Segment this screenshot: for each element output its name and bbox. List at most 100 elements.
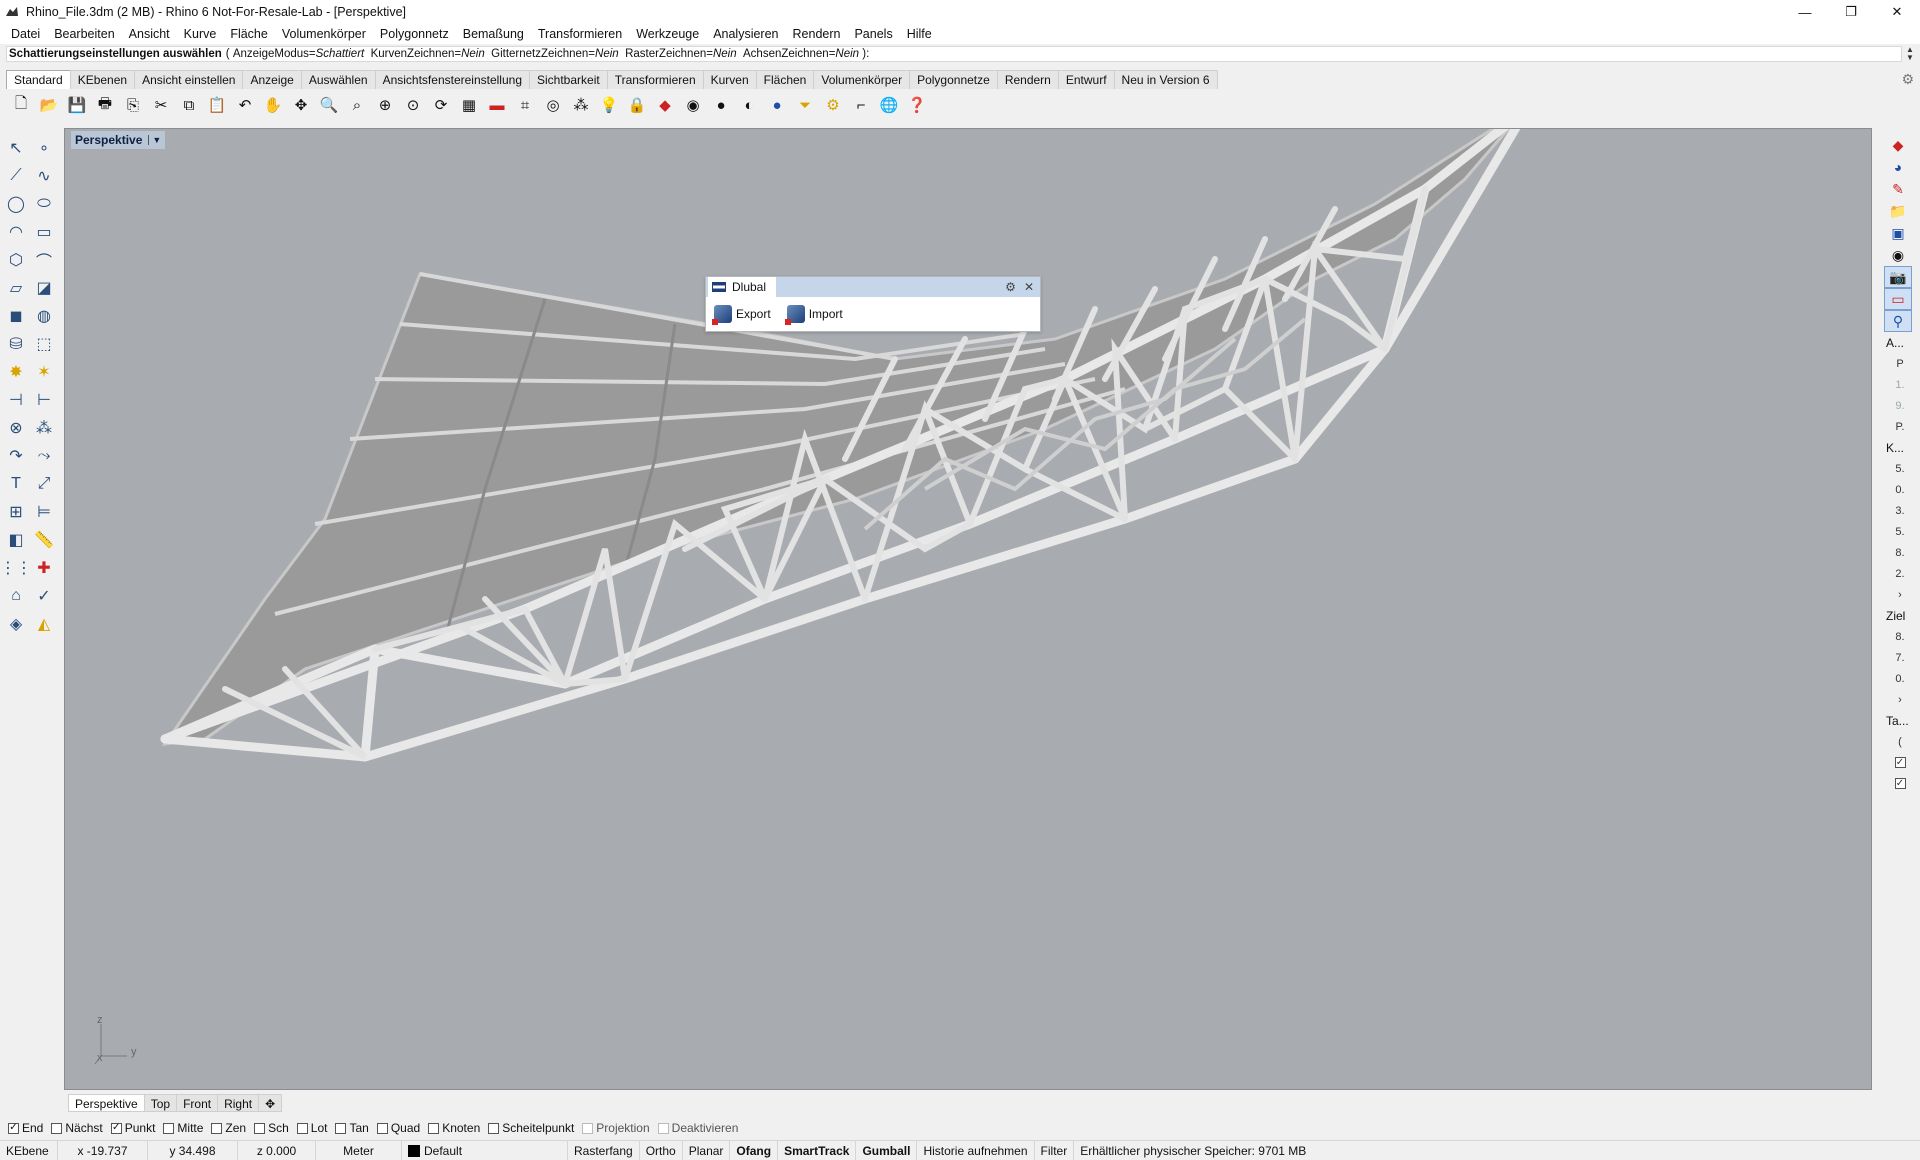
globe-icon[interactable]: 🌐 xyxy=(876,92,902,118)
display-panel-icon[interactable]: ▭ xyxy=(1884,288,1912,310)
libraries-panel-icon[interactable]: 📁 xyxy=(1884,200,1912,222)
dlubal-export-button[interactable]: Export xyxy=(710,303,775,325)
option-kurvenzeichnen[interactable]: KurvenZeichnen=Nein xyxy=(371,48,485,60)
dlubal-import-button[interactable]: Import xyxy=(783,303,847,325)
menu-bemassung[interactable]: Bemaßung xyxy=(456,27,531,41)
tab-kebenen[interactable]: KEbenen xyxy=(69,70,136,89)
option-achsenzeichnen[interactable]: AchsenZeichnen=Nein xyxy=(743,48,859,60)
render-tool-icon[interactable]: ◈ xyxy=(2,610,30,638)
osnap-punkt[interactable]: ✓ Punkt xyxy=(110,1121,155,1135)
panel-value[interactable]: 5. xyxy=(1890,521,1910,542)
fillet-curve-icon[interactable]: ⌒ xyxy=(30,246,58,274)
menu-polygonnetz[interactable]: Polygonnetz xyxy=(373,27,456,41)
polyline-icon[interactable]: ⟋ xyxy=(2,162,30,190)
render-panel-icon[interactable]: ⚲ xyxy=(1884,310,1912,332)
color-panel-icon[interactable]: ◉ xyxy=(1884,244,1912,266)
panel-value[interactable]: 1. xyxy=(1890,374,1910,395)
panel-value[interactable]: P. xyxy=(1890,416,1910,437)
panel-value[interactable]: 0. xyxy=(1890,479,1910,500)
menu-volumenkoerper[interactable]: Volumenkörper xyxy=(275,27,373,41)
tab-standard[interactable]: Standard xyxy=(6,70,71,89)
group-icon[interactable]: ⁂ xyxy=(30,414,58,442)
panel-value[interactable]: 0. xyxy=(1890,668,1910,689)
viewport-tab-front[interactable]: Front xyxy=(176,1094,219,1112)
circle-icon[interactable]: ◯ xyxy=(2,190,30,218)
menu-werkzeuge[interactable]: Werkzeuge xyxy=(629,27,706,41)
zoom-window-icon[interactable]: ⌕ xyxy=(344,92,370,118)
status-ortho-toggle[interactable]: Ortho xyxy=(640,1140,683,1160)
fillet-edge-icon[interactable]: ↷ xyxy=(2,442,30,470)
cut-icon[interactable]: ✂ xyxy=(148,92,174,118)
zoom-selected-icon[interactable]: ⊙ xyxy=(400,92,426,118)
osnap-mitte[interactable]: Mitte xyxy=(163,1121,203,1135)
tab-sichtbarkeit[interactable]: Sichtbarkeit xyxy=(529,70,608,89)
tab-ansichtsfenstereinstellung[interactable]: Ansichtsfenstereinstellung xyxy=(374,70,530,89)
new-file-icon[interactable]: 🗋 xyxy=(8,92,34,118)
panel-more-button[interactable]: › xyxy=(1890,689,1910,710)
open-folder-icon[interactable]: 📂 xyxy=(36,92,62,118)
grid-snap-icon[interactable]: ⌗ xyxy=(512,92,538,118)
tab-transformieren[interactable]: Transformieren xyxy=(606,70,704,89)
option-anzeigemodus[interactable]: AnzeigeModus=Schattiert xyxy=(233,48,364,60)
panel-value[interactable]: 3. xyxy=(1890,500,1910,521)
text-icon[interactable]: T xyxy=(2,470,30,498)
help-panel-icon[interactable]: ▣ xyxy=(1884,222,1912,244)
status-filter-toggle[interactable]: Filter xyxy=(1035,1140,1075,1160)
dlubal-panel-header[interactable]: Dlubal ⚙ ✕ xyxy=(706,277,1040,297)
option-rasterzeichnen[interactable]: RasterZeichnen=Nein xyxy=(625,48,737,60)
paint-icon[interactable]: ◭ xyxy=(30,610,58,638)
tab-flaechen[interactable]: Flächen xyxy=(755,70,815,89)
tab-kurven[interactable]: Kurven xyxy=(702,70,757,89)
menu-transformieren[interactable]: Transformieren xyxy=(531,27,629,41)
four-viewports-icon[interactable]: ▦ xyxy=(456,92,482,118)
perspective-viewport[interactable]: Perspektive ▼ z y x xyxy=(64,128,1872,1090)
zoom-icon[interactable]: 🔍 xyxy=(316,92,342,118)
menu-bearbeiten[interactable]: Bearbeiten xyxy=(47,27,121,41)
command-scroll-icon[interactable]: ▲ ▼ xyxy=(1904,46,1916,64)
tab-volumenkoerper[interactable]: Volumenkörper xyxy=(813,70,911,89)
measure-icon[interactable]: 📏 xyxy=(30,526,58,554)
dlubal-close-icon[interactable]: ✕ xyxy=(1024,280,1034,294)
select-points-icon[interactable]: ⁂ xyxy=(568,92,594,118)
panel-value[interactable]: 5. xyxy=(1890,458,1910,479)
pan-hand-icon[interactable]: ✋ xyxy=(260,92,286,118)
panel-value[interactable]: 8. xyxy=(1890,626,1910,647)
properties-panel-icon[interactable]: ◕ xyxy=(1884,156,1912,178)
command-line[interactable]: Schattierungseinstellungen auswählen ( A… xyxy=(6,46,1902,62)
join-icon[interactable]: ⊗ xyxy=(2,414,30,442)
option-gitternetzzeichnen[interactable]: GitternetzZeichnen=Nein xyxy=(491,48,619,60)
undo-icon[interactable]: ↶ xyxy=(232,92,258,118)
lock-icon[interactable]: 🔒 xyxy=(624,92,650,118)
tab-anzeige[interactable]: Anzeige xyxy=(242,70,302,89)
arc-icon[interactable]: ◠ xyxy=(2,218,30,246)
zoom-extents-icon[interactable]: ⊕ xyxy=(372,92,398,118)
status-historie-toggle[interactable]: Historie aufnehmen xyxy=(917,1140,1035,1160)
status-rasterfang-toggle[interactable]: Rasterfang xyxy=(568,1140,640,1160)
viewport-tab-right[interactable]: Right xyxy=(217,1094,260,1112)
color-wheel-icon[interactable]: ◉ xyxy=(680,92,706,118)
array-icon[interactable]: ⊞ xyxy=(2,498,30,526)
osnap-zen[interactable]: Zen xyxy=(211,1121,246,1135)
cylinder-icon[interactable]: ⛁ xyxy=(2,330,30,358)
mesh-icon[interactable]: ⬚ xyxy=(30,330,58,358)
osnap-sch[interactable]: Sch xyxy=(254,1121,289,1135)
osnap-end[interactable]: ✓ End xyxy=(8,1121,43,1135)
filter-icon[interactable]: ⏷ xyxy=(792,92,818,118)
rectangle-icon[interactable]: ▭ xyxy=(30,218,58,246)
viewport-tab-top[interactable]: Top xyxy=(143,1094,178,1112)
menu-flaeche[interactable]: Fläche xyxy=(223,27,275,41)
materials-panel-icon[interactable]: ✎ xyxy=(1884,178,1912,200)
dlubal-settings-icon[interactable]: ⚙ xyxy=(1005,280,1016,294)
viewport-tab-perspektive[interactable]: Perspektive xyxy=(68,1094,145,1112)
gear-icon[interactable]: ⚙ xyxy=(1901,71,1914,88)
close-button[interactable]: ✕ xyxy=(1874,0,1920,24)
tab-neu-in-version-6[interactable]: Neu in Version 6 xyxy=(1113,70,1218,89)
rotate-view-icon[interactable]: ⟳ xyxy=(428,92,454,118)
paste-icon[interactable]: 📋 xyxy=(204,92,230,118)
ellipse-icon[interactable]: ⬭ xyxy=(30,190,58,218)
curve-icon[interactable]: ∿ xyxy=(30,162,58,190)
scale-icon[interactable]: ⤢ xyxy=(30,470,58,498)
osnap-quad[interactable]: Quad xyxy=(376,1121,420,1135)
shaded-sphere-icon[interactable]: ● xyxy=(708,92,734,118)
panel-value[interactable]: 9. xyxy=(1890,395,1910,416)
